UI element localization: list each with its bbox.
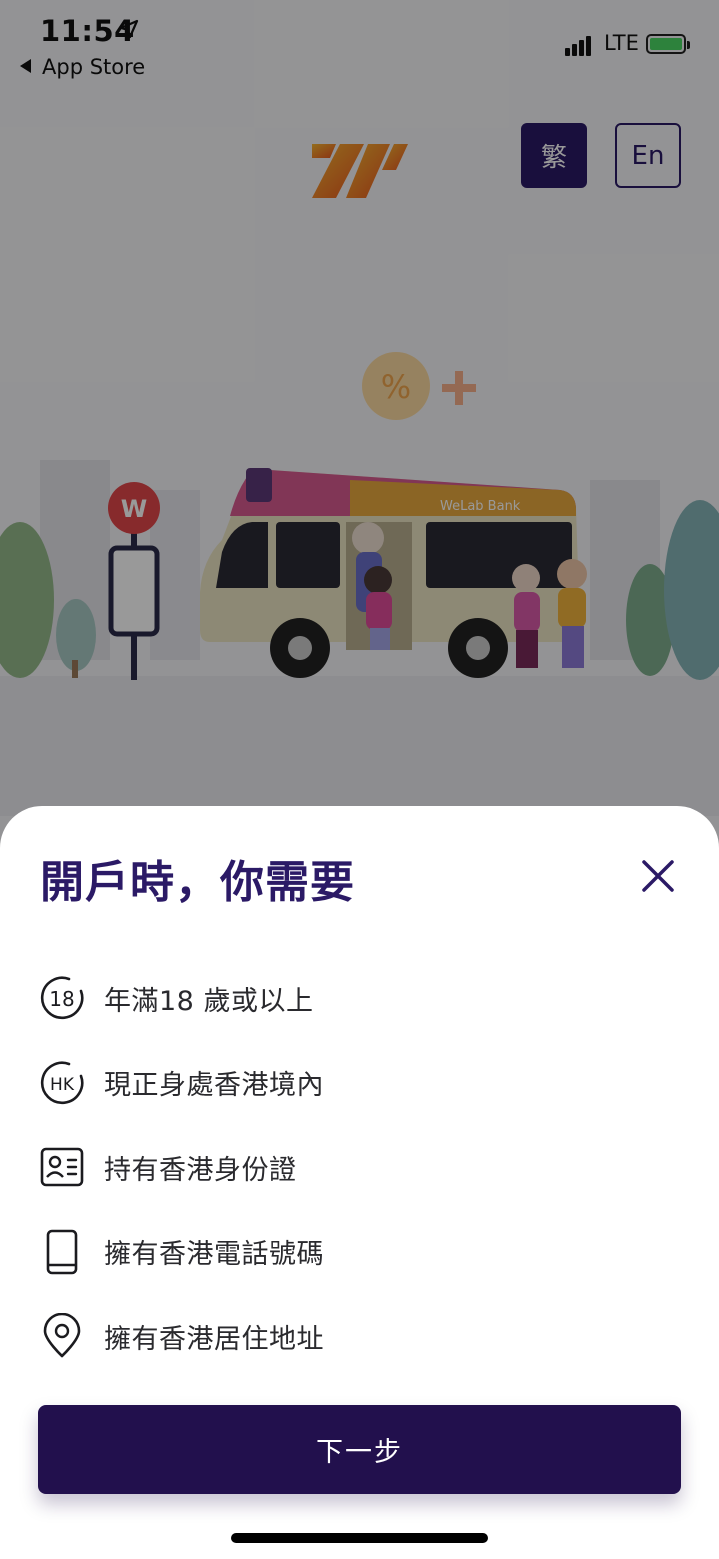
- requirement-label: 持有香港身份證: [104, 1154, 297, 1186]
- requirements-list: 18 年滿18 歲或以上 HK 現正身處香港境內 持有香港身份證 擁有香港電話號…: [38, 956, 678, 1379]
- mobile-phone-icon: [38, 1228, 86, 1276]
- requirement-age: 18 年滿18 歲或以上: [38, 956, 678, 1041]
- requirement-phone: 擁有香港電話號碼: [38, 1210, 678, 1295]
- requirement-location: HK 現正身處香港境內: [38, 1041, 678, 1126]
- hk-location-icon: HK: [38, 1059, 86, 1107]
- requirement-label: 擁有香港電話號碼: [104, 1239, 324, 1271]
- requirements-bottom-sheet: 開戶時，你需要 18 年滿18 歲或以上 HK 現正身處香港境內 持有香港身份證…: [0, 806, 719, 1559]
- id-card-icon: [38, 1143, 86, 1191]
- requirement-label: 年滿18 歲或以上: [104, 985, 314, 1017]
- home-indicator[interactable]: [231, 1533, 488, 1543]
- hk-icon-text: HK: [50, 1075, 75, 1095]
- map-pin-icon: [38, 1312, 86, 1360]
- requirement-label: 現正身處香港境內: [104, 1070, 324, 1102]
- sheet-title: 開戶時，你需要: [40, 857, 355, 908]
- requirement-id-card: 持有香港身份證: [38, 1125, 678, 1210]
- requirement-label: 擁有香港居住地址: [104, 1323, 324, 1355]
- next-step-button[interactable]: 下一步: [38, 1405, 681, 1494]
- age-18-icon: 18: [38, 974, 86, 1022]
- requirement-address: 擁有香港居住地址: [38, 1294, 678, 1379]
- age-icon-text: 18: [49, 987, 74, 1011]
- close-icon[interactable]: [634, 852, 682, 900]
